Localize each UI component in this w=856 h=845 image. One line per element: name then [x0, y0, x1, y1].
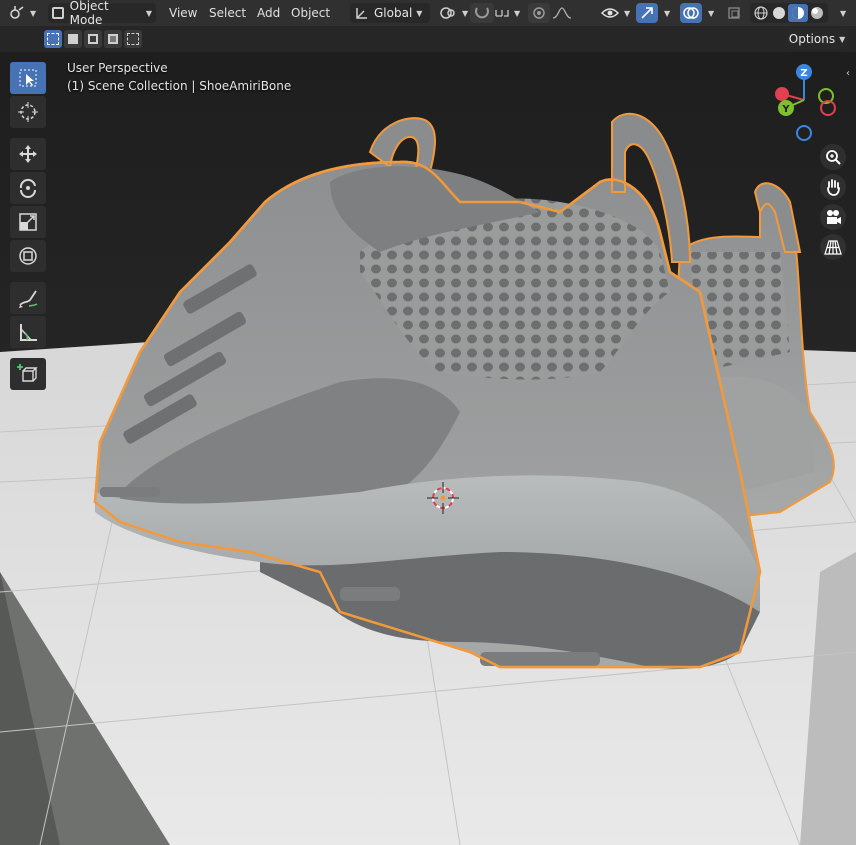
snap-target-dropdown[interactable]: ▼ — [494, 3, 520, 23]
chevron-down-icon: ▼ — [145, 8, 152, 18]
scale-icon — [19, 213, 37, 231]
chevron-down-icon: ▼ — [514, 8, 521, 18]
cursor-icon — [18, 102, 38, 122]
shading-dropdown[interactable]: ▼ — [836, 3, 846, 23]
camera-view-button[interactable] — [820, 204, 846, 230]
sidebar-toggle[interactable]: ‹ — [846, 68, 856, 82]
snap-icon — [475, 7, 489, 19]
measure-icon — [20, 324, 37, 341]
overlay-toggle[interactable] — [680, 3, 702, 23]
pivot-dropdown[interactable]: ▼ — [438, 3, 468, 23]
3d-viewport[interactable]: User Perspective (1) Scene Collection | … — [0, 52, 856, 845]
axis-z-label: Z — [800, 68, 807, 79]
menu-select[interactable]: Select — [206, 3, 249, 23]
scale-tool[interactable] — [10, 206, 46, 238]
proportional-edit-toggle[interactable] — [528, 3, 550, 23]
chevron-down-icon: ▼ — [840, 8, 847, 18]
xray-toggle[interactable] — [726, 3, 744, 23]
transform-orientation-dropdown[interactable]: Global ▼ — [350, 3, 430, 23]
menu-add-label: Add — [257, 6, 281, 20]
gizmo-toggle[interactable] — [636, 3, 658, 23]
menu-object[interactable]: Object — [288, 3, 333, 23]
mode-dropdown[interactable]: Object Mode ▼ — [48, 0, 156, 27]
viewport-header: ▼ Object Mode ▼ View Select Add Object G… — [0, 0, 856, 27]
transform-icon — [19, 247, 37, 265]
wireframe-shading-icon[interactable] — [752, 5, 770, 21]
pivot-icon — [440, 7, 455, 19]
snap-target-icon — [495, 10, 509, 17]
menu-select-label: Select — [209, 6, 247, 20]
overlay-icon — [683, 7, 699, 19]
chevron-down-icon: ▼ — [708, 8, 715, 18]
cursor-tool[interactable] — [10, 96, 46, 128]
chevron-down-icon: ▼ — [462, 8, 469, 18]
mode-label: Object Mode — [69, 0, 109, 27]
material-shading-icon[interactable] — [788, 4, 808, 22]
visibility-icon — [600, 8, 620, 18]
perspective-label: User Perspective — [67, 61, 168, 75]
zoom-button[interactable] — [820, 144, 846, 170]
options-label: Options — [788, 32, 836, 46]
camera-icon — [827, 210, 841, 224]
chevron-down-icon: ▼ — [664, 8, 671, 18]
rendered-shading-icon[interactable] — [808, 5, 826, 21]
object-mode-icon — [52, 7, 64, 19]
chevron-down-icon: ▼ — [416, 8, 423, 18]
axis-neg-z-handle — [796, 125, 812, 141]
menu-view[interactable]: View — [166, 3, 200, 23]
xray-icon — [728, 7, 740, 19]
gizmo-toggle-icon — [641, 7, 653, 19]
projection-toggle-button[interactable] — [820, 234, 846, 260]
rotate-icon — [19, 178, 36, 198]
hand-icon — [827, 179, 840, 196]
falloff-dropdown[interactable] — [552, 3, 572, 23]
overlay-dropdown[interactable]: ▼ — [704, 3, 714, 23]
select-extend-icon[interactable] — [64, 30, 82, 48]
measure-tool[interactable] — [10, 316, 46, 348]
collection-label: (1) Scene Collection | ShoeAmiriBone — [67, 79, 292, 93]
select-box-icon — [19, 69, 37, 87]
perspective-grid-icon — [824, 240, 842, 255]
select-subtract-icon[interactable] — [84, 30, 102, 48]
select-box-tool[interactable] — [10, 62, 46, 94]
editor-type-button[interactable]: ▼ — [6, 3, 36, 23]
add-cube-tool[interactable] — [10, 358, 46, 390]
transform-tool[interactable] — [10, 240, 46, 272]
selection-mode-group — [44, 30, 142, 48]
tool-settings-bar: Options ▼ — [0, 26, 856, 52]
navigation-gizmo[interactable]: Z Y — [770, 62, 846, 152]
editor-type-icon — [10, 6, 24, 19]
move-icon — [19, 145, 37, 163]
add-cube-icon — [17, 364, 38, 382]
menu-add[interactable]: Add — [254, 3, 283, 23]
chevron-down-icon: ▼ — [624, 8, 631, 18]
snap-toggle[interactable] — [470, 3, 494, 23]
falloff-curve-icon — [552, 7, 572, 19]
visibility-dropdown[interactable]: ▼ — [600, 3, 630, 23]
gizmo-dropdown[interactable]: ▼ — [660, 3, 670, 23]
proportional-icon — [533, 7, 545, 19]
options-dropdown[interactable]: Options ▼ — [786, 29, 848, 49]
axis-x-handle — [775, 87, 789, 101]
shading-mode-group — [750, 3, 828, 23]
chevron-down-icon: ▼ — [30, 8, 37, 18]
axis-y-label: Y — [781, 104, 790, 115]
orientation-icon — [356, 8, 367, 19]
chevron-down-icon: ▼ — [839, 34, 846, 44]
annotate-tool[interactable] — [10, 282, 46, 314]
solid-shading-icon[interactable] — [770, 5, 788, 21]
zoom-icon — [826, 150, 841, 165]
select-intersect-icon[interactable] — [124, 30, 142, 48]
menu-view-label: View — [169, 6, 198, 20]
menu-object-label: Object — [291, 6, 331, 20]
pan-button[interactable] — [820, 174, 846, 200]
orientation-label: Global — [374, 6, 413, 20]
select-invert-icon[interactable] — [104, 30, 122, 48]
move-tool[interactable] — [10, 138, 46, 170]
viewport-scene — [0, 52, 856, 845]
annotate-icon — [19, 290, 38, 308]
rotate-tool[interactable] — [10, 172, 46, 204]
select-new-icon[interactable] — [44, 30, 62, 48]
